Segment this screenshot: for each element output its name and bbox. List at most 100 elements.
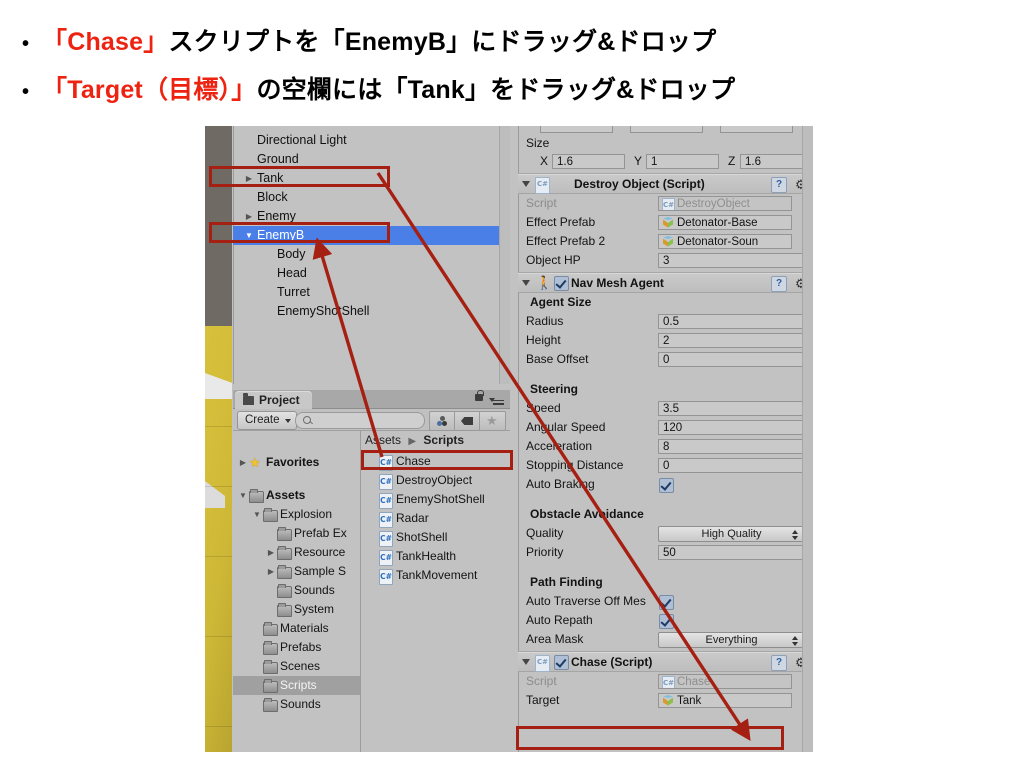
project-asset-destroyobject[interactable]: DestroyObject — [361, 471, 510, 490]
effect-prefab-2-object-field[interactable]: Detonator-Soun — [658, 234, 792, 249]
breadcrumb-current: Scripts — [423, 433, 465, 447]
twirl-right-icon[interactable]: ▶ — [265, 562, 277, 581]
hierarchy-item-directional-light[interactable]: Directional Light — [233, 131, 510, 150]
project-tree-item-explosion[interactable]: ▼ Explosion — [233, 505, 360, 524]
hierarchy-item-enemyshotshell[interactable]: EnemyShotShell — [233, 302, 510, 321]
csharp-script-icon — [379, 474, 393, 490]
folder-icon — [263, 698, 278, 712]
script-object-field[interactable]: DestroyObject — [658, 196, 792, 211]
csharp-script-icon — [379, 512, 393, 528]
project-tree-item-label: Materials — [280, 621, 329, 635]
twirl-down-icon[interactable]: ▼ — [251, 505, 263, 524]
center-z-field[interactable] — [720, 126, 793, 133]
project-tree-item-favorites[interactable]: ▶ ★ Favorites — [233, 453, 360, 472]
project-tree-item-prefabs[interactable]: Prefabs — [233, 638, 360, 657]
component-header-chase-script[interactable]: Chase (Script) ⚙ — [518, 652, 813, 672]
hierarchy-item-body[interactable]: Body — [233, 245, 510, 264]
target-label: Target — [526, 693, 560, 707]
inspector-row-area-mask: Area Mask Everything — [518, 630, 813, 649]
csharp-script-icon — [379, 493, 393, 509]
scene-grid-line — [205, 426, 232, 427]
project-tree-item-prefab-ex[interactable]: Prefab Ex — [233, 524, 360, 543]
component-enabled-checkbox[interactable] — [554, 276, 569, 291]
size-z-field[interactable]: 1.6 — [740, 154, 810, 169]
hierarchy-item-label: Body — [277, 247, 306, 261]
highlight-target-row — [516, 726, 784, 750]
effect-prefab-label: Effect Prefab — [526, 215, 596, 229]
target-object-field[interactable]: Tank — [658, 693, 792, 708]
hierarchy-item-turret[interactable]: Turret — [233, 283, 510, 302]
radius-field[interactable]: 0.5 — [658, 314, 805, 329]
project-tree-item-sample-s[interactable]: ▶ Sample S — [233, 562, 360, 581]
project-file-list: Assets ▶ Scripts Chase DestroyObject Ene… — [361, 431, 510, 752]
project-asset-tankhealth[interactable]: TankHealth — [361, 547, 510, 566]
csharp-script-icon — [379, 531, 393, 547]
project-tree-item-scripts[interactable]: Scripts — [233, 676, 360, 695]
speed-field[interactable]: 3.5 — [658, 401, 805, 416]
script-object-field[interactable]: Chase — [658, 674, 792, 689]
project-tree-item-label: Resource — [294, 545, 346, 559]
priority-field[interactable]: 50 — [658, 545, 805, 560]
acceleration-field[interactable]: 8 — [658, 439, 805, 454]
component-enabled-checkbox[interactable] — [554, 655, 569, 670]
height-field[interactable]: 2 — [658, 333, 805, 348]
twirl-down-icon[interactable]: ▼ — [237, 486, 249, 505]
base-offset-field[interactable]: 0 — [658, 352, 805, 367]
project-tree-item-sounds[interactable]: Sounds — [233, 695, 360, 714]
twirl-down-icon[interactable] — [522, 280, 530, 286]
tab-project[interactable]: Project — [235, 391, 312, 409]
project-tree-item-materials[interactable]: Materials — [233, 619, 360, 638]
twirl-right-icon[interactable]: ▶ — [237, 453, 249, 472]
project-tree-item-resource[interactable]: ▶ Resource — [233, 543, 360, 562]
auto-repath-checkbox[interactable] — [659, 614, 674, 629]
component-header-destroy-object-script[interactable]: Destroy Object (Script) ⚙ — [518, 174, 813, 194]
project-asset-tankmovement[interactable]: TankMovement — [361, 566, 510, 585]
create-button[interactable]: Create — [237, 411, 297, 430]
help-icon[interactable] — [771, 276, 787, 292]
project-tree-item-sounds[interactable]: Sounds — [233, 581, 360, 600]
project-search-input[interactable] — [295, 412, 425, 429]
twirl-down-icon[interactable] — [522, 659, 530, 665]
panel-menu-icon[interactable] — [489, 396, 504, 405]
quality-dropdown[interactable]: High Quality — [658, 526, 805, 542]
project-asset-radar[interactable]: Radar — [361, 509, 510, 528]
inspector-row-stopping-distance: Stopping Distance 0 — [518, 456, 813, 475]
inspector-scrollbar[interactable] — [802, 126, 813, 752]
twirl-right-icon[interactable]: ▶ — [265, 543, 277, 562]
component-header-nav-mesh-agent[interactable]: 🚶 Nav Mesh Agent ⚙ — [518, 273, 813, 293]
area-mask-dropdown[interactable]: Everything — [658, 632, 805, 648]
auto-traverse-off-mes-checkbox[interactable] — [659, 595, 674, 610]
center-y-field[interactable] — [630, 126, 703, 133]
lock-icon[interactable] — [475, 390, 484, 401]
twirl-down-icon[interactable] — [522, 181, 530, 187]
folder-icon — [263, 622, 278, 636]
project-asset-shotshell[interactable]: ShotShell — [361, 528, 510, 547]
project-tree-item-assets[interactable]: ▼ Assets — [233, 486, 360, 505]
help-icon[interactable] — [771, 655, 787, 671]
hierarchy-item-label: EnemyShotShell — [277, 304, 370, 318]
size-x-field[interactable]: 1.6 — [552, 154, 625, 169]
folder-icon — [243, 392, 254, 405]
create-button-label: Create — [245, 414, 280, 426]
effect-prefab-object-field[interactable]: Detonator-Base — [658, 215, 792, 230]
project-asset-enemyshotshell[interactable]: EnemyShotShell — [361, 490, 510, 509]
hierarchy-item-label: Turret — [277, 285, 310, 299]
angular-speed-field[interactable]: 120 — [658, 420, 805, 435]
hierarchy-item-block[interactable]: Block — [233, 188, 510, 207]
breadcrumb-root[interactable]: Assets — [365, 433, 401, 447]
project-tree-item-scenes[interactable]: Scenes — [233, 657, 360, 676]
stopping-distance-field[interactable]: 0 — [658, 458, 805, 473]
help-icon[interactable] — [771, 177, 787, 193]
auto-braking-checkbox[interactable] — [659, 478, 674, 493]
filter-by-type-button[interactable] — [429, 411, 456, 431]
filter-by-label-button[interactable] — [454, 411, 481, 431]
project-tree-item-label: Explosion — [280, 507, 333, 521]
hierarchy-scrollbar[interactable] — [499, 126, 510, 384]
project-tree-item-system[interactable]: System — [233, 600, 360, 619]
hierarchy-item-head[interactable]: Head — [233, 264, 510, 283]
center-x-field[interactable] — [540, 126, 613, 133]
favorites-button[interactable]: ★ — [479, 411, 506, 431]
size-y-field[interactable]: 1 — [646, 154, 719, 169]
bullet-1-highlight: 「Chase」 — [42, 28, 169, 56]
object-hp-field[interactable]: 3 — [658, 253, 805, 268]
